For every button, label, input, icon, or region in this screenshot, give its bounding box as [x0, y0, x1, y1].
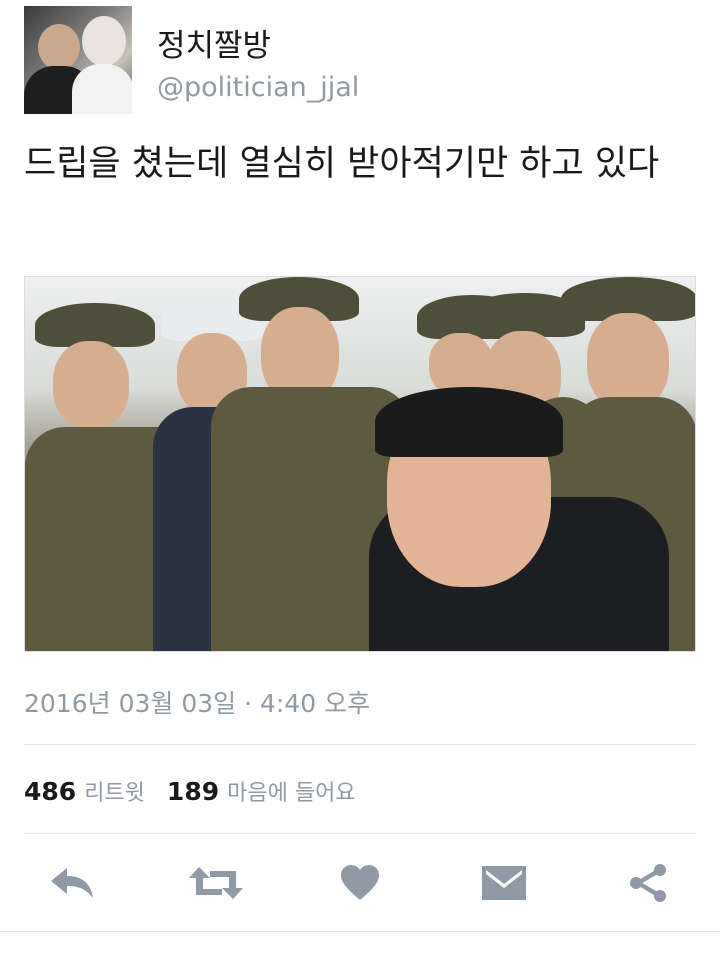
like-button[interactable] [332, 855, 388, 911]
tweet-header: 정치짤방 @politician_jjal [24, 6, 704, 116]
dm-icon [482, 866, 526, 900]
engagement-stats: 486 리트윗 189 마음에 들어요 [24, 775, 378, 809]
timestamp[interactable]: 2016년 03월 03일 · 4:40 오후 [24, 684, 370, 720]
tweet-text: 드립을 쳤는데 열심히 받아적기만 하고 있다 [24, 144, 660, 184]
avatar[interactable] [24, 6, 132, 114]
retweet-count[interactable]: 486 [24, 777, 76, 806]
like-count[interactable]: 189 [167, 777, 219, 806]
divider [24, 833, 696, 834]
reply-icon [51, 868, 93, 898]
divider [24, 744, 696, 745]
share-icon [630, 864, 666, 902]
heart-icon [341, 865, 379, 900]
like-label[interactable]: 마음에 들어요 [227, 781, 355, 806]
share-button[interactable] [620, 855, 676, 911]
action-bar [0, 855, 720, 911]
display-name[interactable]: 정치짤방 [157, 20, 271, 65]
divider [0, 931, 720, 932]
retweet-button[interactable] [188, 855, 244, 911]
dm-button[interactable] [476, 855, 532, 911]
retweet-icon [189, 867, 243, 899]
reply-button[interactable] [44, 855, 100, 911]
retweet-label[interactable]: 리트윗 [84, 781, 145, 806]
handle[interactable]: @politician_jjal [157, 72, 359, 103]
tweet-photo[interactable] [24, 276, 696, 652]
